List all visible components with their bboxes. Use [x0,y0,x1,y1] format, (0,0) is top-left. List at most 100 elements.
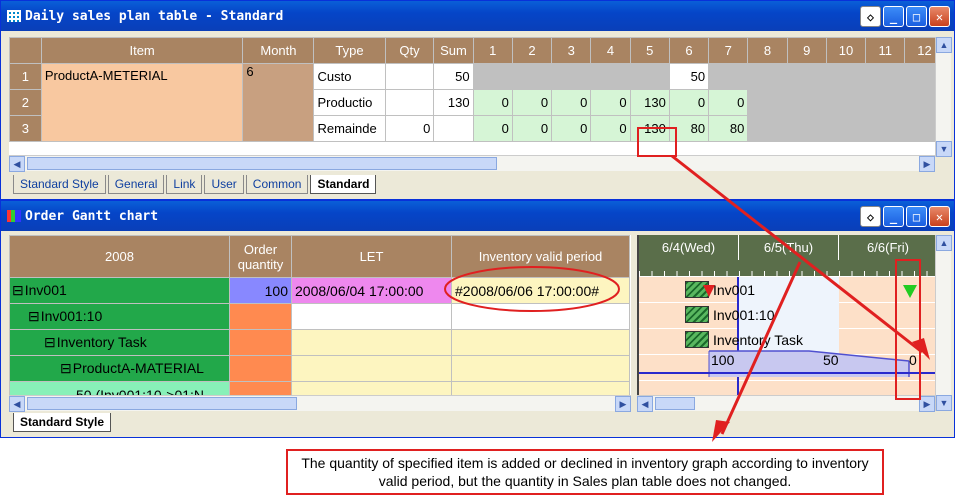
item-cell[interactable]: ProductA-METERIAL [40,63,244,142]
expand-toggle-icon[interactable]: ⊟ [60,360,72,376]
order-qty-cell[interactable] [229,303,292,330]
column-header[interactable]: 6 [668,37,710,64]
scroll-thumb[interactable] [27,157,497,170]
order-qty-cell[interactable]: 100 [229,277,292,304]
day-cell[interactable] [865,115,906,142]
scroll-thumb[interactable] [655,397,695,410]
day-cell[interactable] [825,89,867,116]
day-cell[interactable] [551,63,592,90]
sum-cell[interactable]: 130 [433,89,474,116]
minimize-button[interactable]: _ [883,206,904,227]
type-cell[interactable]: Productio [313,89,386,116]
expand-toggle-icon[interactable]: ⊟ [28,308,40,324]
row-number[interactable]: 1 [9,63,42,90]
let-cell[interactable] [291,329,452,356]
day-cell[interactable]: 0 [472,89,513,116]
gantt-table-hscroll[interactable]: ◀ ▶ [9,395,631,412]
column-header[interactable]: 1 [472,37,513,64]
day-cell[interactable]: 0 [708,89,749,116]
order-qty-cell[interactable] [229,381,292,395]
day-cell[interactable]: 0 [590,115,631,142]
day-cell[interactable] [904,89,935,116]
day-cell[interactable]: 0 [590,89,631,116]
inventory-period-cell[interactable] [451,329,630,356]
scroll-left-icon[interactable]: ◀ [9,396,25,412]
day-cell[interactable] [786,63,827,90]
close-button[interactable]: ✕ [929,6,950,27]
day-cell[interactable] [786,115,827,142]
column-header[interactable]: Inventory valid period [451,235,630,278]
day-cell[interactable] [904,115,935,142]
day-cell[interactable]: 80 [668,115,710,142]
tree-node[interactable]: ⊟Inv001 [9,277,230,304]
scroll-up-icon[interactable]: ▲ [936,235,952,251]
column-header[interactable]: 2008 [9,235,230,278]
let-cell[interactable] [291,381,452,395]
tree-node[interactable]: 50 (Inv001:10->01:N [9,381,230,395]
sales-vscroll[interactable]: ▲ ▼ [935,37,952,157]
close-button[interactable]: ✕ [929,206,950,227]
column-header[interactable]: 9 [786,37,827,64]
scroll-left-icon[interactable]: ◀ [9,156,25,172]
column-header[interactable]: 10 [825,37,867,64]
type-cell[interactable]: Remainde [313,115,386,142]
day-cell[interactable]: 0 [472,115,513,142]
tab-standard-style[interactable]: Standard Style [13,413,112,432]
scroll-right-icon[interactable]: ▶ [615,396,631,412]
gantt-bar[interactable] [685,306,709,323]
corner-cell[interactable] [9,37,42,64]
let-cell[interactable] [291,303,452,330]
day-cell[interactable]: 0 [551,89,592,116]
row-number[interactable]: 3 [9,115,42,142]
maximize-button[interactable]: □ [906,6,927,27]
day-cell[interactable]: 50 [668,63,710,90]
scroll-thumb[interactable] [27,397,297,410]
day-cell[interactable] [825,63,867,90]
inventory-period-cell[interactable] [451,355,630,382]
column-header[interactable]: Month [242,37,315,64]
day-cell[interactable]: 130 [629,115,670,142]
scroll-up-icon[interactable]: ▲ [936,37,952,53]
day-cell[interactable]: 0 [511,89,553,116]
day-cell[interactable]: 80 [708,115,749,142]
month-cell[interactable]: 6 [242,63,315,142]
tab-common[interactable]: Common [245,175,309,194]
day-cell[interactable]: 0 [511,115,553,142]
pin-icon[interactable]: ◇ [860,206,881,227]
column-header[interactable]: Item [40,37,244,64]
column-header[interactable]: 8 [747,37,788,64]
gantt-chart-hscroll[interactable]: ◀ ▶ [637,395,935,412]
tab-general[interactable]: General [107,175,165,194]
gantt-bar[interactable] [685,331,709,348]
column-header[interactable]: 3 [551,37,592,64]
inventory-period-cell[interactable] [451,381,630,395]
column-header[interactable]: 4 [590,37,631,64]
column-header[interactable]: 11 [865,37,906,64]
tree-node[interactable]: ⊟ProductA-MATERIAL [9,355,230,382]
gantt-titlebar[interactable]: Order Gantt chart ◇ _ □ ✕ [1,201,954,231]
column-header[interactable]: LET [291,235,452,278]
let-cell[interactable]: 2008/06/04 17:00:00 [291,277,452,304]
day-cell[interactable] [825,115,867,142]
column-header[interactable]: Qty [384,37,435,64]
gantt-row[interactable]: ⊟Inv001 100 2008/06/04 17:00:00 #2008/06/06… [9,277,630,304]
column-header[interactable]: Type [313,37,386,64]
qty-cell[interactable] [384,89,435,116]
maximize-button[interactable]: □ [906,206,927,227]
gantt-row[interactable]: ⊟Inventory Task [9,329,630,356]
sum-cell[interactable]: 50 [433,63,474,90]
day-cell[interactable] [865,63,906,90]
day-cell[interactable] [747,63,788,90]
inventory-period-cell[interactable] [451,303,630,330]
scroll-right-icon[interactable]: ▶ [919,396,935,412]
pin-icon[interactable]: ◇ [860,6,881,27]
column-header[interactable]: 2 [511,37,553,64]
gantt-row[interactable]: ⊟ProductA-MATERIAL [9,355,630,382]
scroll-left-icon[interactable]: ◀ [637,396,653,412]
sales-hscroll[interactable]: ◀ ▶ [9,155,935,172]
day-cell[interactable]: 130 [629,89,670,116]
qty-cell[interactable]: 0 [384,115,435,142]
tree-node[interactable]: ⊟Inv001:10 [9,303,230,330]
day-cell[interactable] [629,63,670,90]
inventory-period-cell[interactable]: #2008/06/06 17:00:00# [451,277,630,304]
